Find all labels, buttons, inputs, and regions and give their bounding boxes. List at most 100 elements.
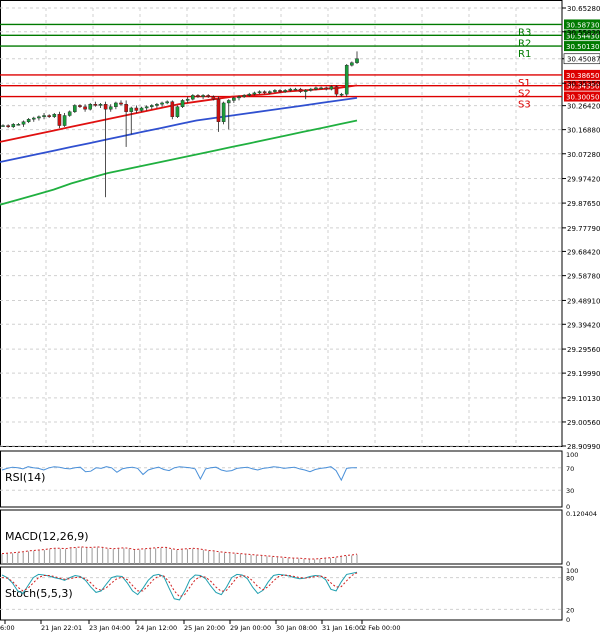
moving-averages (0, 84, 358, 206)
time-tick-label: 2 Feb 00:00 (362, 624, 401, 632)
candle-body (232, 97, 236, 101)
candle-body (314, 87, 318, 90)
candle-body (344, 65, 349, 95)
time-tick-label: 6:00 (0, 624, 15, 632)
candle-body (16, 124, 21, 126)
time-tick-label: 21 Jan 22:01 (41, 624, 82, 632)
indicator-panel-frame (0, 450, 563, 508)
candle-body (57, 114, 62, 126)
candle-body (237, 96, 241, 99)
price-tick-label: 29.29560 (567, 346, 600, 354)
candle-body (129, 107, 134, 112)
candle-body (149, 105, 154, 107)
price-tick-label: 30.35350 (567, 80, 600, 88)
candle-body (88, 103, 93, 110)
price-tick-label: 29.19990 (567, 370, 600, 378)
candle-body (124, 103, 128, 112)
candle-body (6, 125, 10, 128)
price-tick-label: 29.87650 (567, 200, 600, 208)
indicator-tick-label: 0.120404 (566, 510, 597, 518)
candle-body (216, 98, 221, 122)
time-axis: 6:00 21 Jan 22:01 23 Jan 04:00 24 Jan 12:00… (0, 620, 401, 632)
level-label-s1: S1 (518, 78, 531, 89)
candle-body (139, 107, 144, 111)
time-tick-label: 24 Jan 12:00 (136, 624, 177, 632)
indicator-tick-label: 100 (566, 451, 578, 459)
indicator-panels: RSI(14)10070300MACD(12,26,9)0.1204040Sto… (0, 450, 597, 624)
candle-body (31, 117, 36, 120)
candle-body (278, 90, 282, 92)
level-label-r1: R1 (518, 49, 531, 60)
candle-body (242, 95, 246, 97)
candle-body (201, 95, 205, 97)
candle-body (73, 105, 77, 112)
candle-body (319, 87, 323, 90)
candle-body (267, 91, 272, 94)
chart-canvas: R330.58730R230.54430R130.50130S130.38650… (0, 0, 600, 632)
candle-body (170, 101, 175, 117)
price-tick-label: 29.58780 (567, 273, 600, 281)
candle-body (119, 102, 123, 105)
candle-body (329, 86, 334, 90)
candle-body (175, 106, 180, 117)
indicator-tick-label: 70 (566, 465, 574, 473)
candle-body (257, 91, 262, 94)
candle-body (283, 90, 287, 92)
candle-body (144, 106, 149, 109)
price-tick-label: 28.90990 (567, 443, 600, 451)
price-tick-label: 29.00560 (567, 419, 600, 427)
candle-body (83, 106, 87, 110)
candle-body (196, 95, 200, 97)
candle-body (288, 88, 293, 91)
indicator-tick-label: 20 (566, 606, 574, 614)
candle-body (67, 111, 72, 116)
candle-body (226, 100, 231, 104)
indicator-tick-label: 30 (566, 487, 574, 495)
current-price-label: 30.45087 (567, 56, 600, 64)
candle-body (47, 115, 51, 117)
level-label-s2: S2 (518, 89, 531, 100)
candle-body (247, 93, 252, 96)
candle-body (180, 100, 185, 107)
price-tick-label: 30.16880 (567, 127, 600, 135)
time-tick-label: 25 Jan 20:00 (184, 624, 225, 632)
indicator-tick-label: 80 (566, 575, 574, 583)
candle-body (298, 88, 303, 92)
candle-body (185, 98, 190, 101)
candle-body (339, 93, 344, 96)
level-label-r2: R2 (518, 38, 531, 49)
price-tick-label: 29.97420 (567, 176, 600, 184)
candle-body (21, 121, 26, 125)
candle-body (103, 103, 108, 110)
candle-body (334, 86, 339, 95)
candle-body (93, 103, 98, 106)
candle-body (355, 58, 359, 63)
time-tick-label: 30 Jan 08:00 (276, 624, 317, 632)
candle-body (108, 106, 113, 110)
candle-body (26, 119, 31, 122)
candle-body (191, 95, 195, 100)
candle-body (165, 101, 169, 104)
candle-body (211, 96, 216, 100)
candle-body (155, 103, 159, 106)
candle-body (309, 88, 313, 91)
price-tick-label: 29.77790 (567, 225, 600, 233)
price-tick-label: 30.07280 (567, 151, 600, 159)
candle-body (52, 114, 57, 117)
candle-body (221, 102, 226, 122)
candle-body (42, 115, 46, 117)
price-tick-label: 29.68420 (567, 248, 600, 256)
indicator-title: MACD(12,26,9) (5, 530, 89, 543)
price-tick-label: 30.65280 (567, 5, 600, 13)
candle-body (206, 95, 211, 97)
candle-body (262, 91, 267, 94)
candle-body (37, 116, 41, 119)
candle-body (62, 115, 67, 126)
time-tick-label: 31 Jan 16:00 (322, 624, 363, 632)
price-tick-label: 30.26420 (567, 103, 600, 111)
level-label-s3: S3 (518, 100, 531, 111)
price-tick-label: 30.55820 (567, 29, 600, 37)
candle-body (293, 88, 298, 91)
main-panel-frame (0, 0, 563, 447)
candle-body (252, 92, 257, 95)
